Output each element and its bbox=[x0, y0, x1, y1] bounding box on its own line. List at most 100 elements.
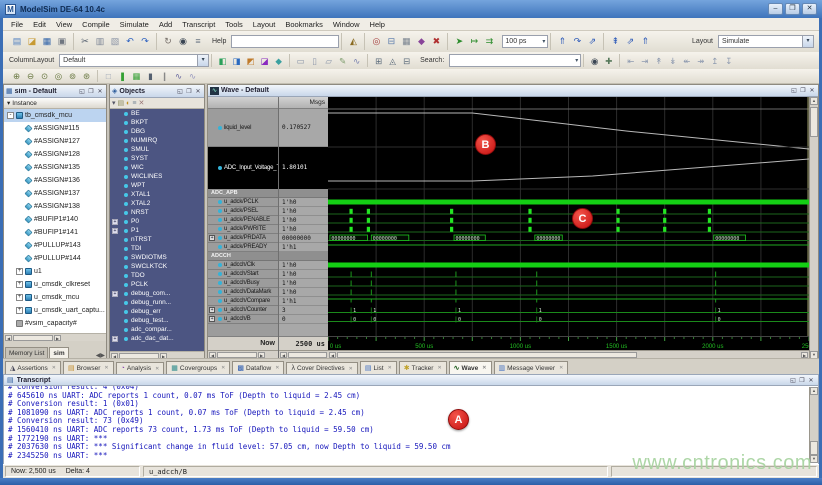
objects-item[interactable]: SMUL bbox=[110, 145, 204, 154]
rise-edge-icon[interactable]: ↥ bbox=[708, 55, 721, 67]
chevron-down-icon[interactable]: ▾ bbox=[197, 55, 208, 66]
run-icon[interactable]: ➤ bbox=[452, 35, 466, 48]
objects-item[interactable]: debug_err bbox=[110, 307, 204, 316]
sim-tree-item[interactable]: #ASSIGN#127 bbox=[4, 135, 106, 148]
zoom-in-icon[interactable]: ⊕ bbox=[10, 70, 23, 82]
print-icon[interactable]: ▣ bbox=[55, 35, 69, 48]
find-icon[interactable]: ◉ bbox=[176, 35, 190, 48]
close-icon[interactable]: ✕ bbox=[349, 366, 353, 372]
wave-signal-name[interactable]: u_adcch/DataMark bbox=[208, 288, 278, 297]
find-first-icon[interactable]: ⇤ bbox=[624, 55, 637, 67]
sim-tree-item[interactable]: #ASSIGN#128 bbox=[4, 148, 106, 161]
objects-item[interactable]: +debug_com... bbox=[110, 289, 204, 298]
transcript-header[interactable]: ▤ Transcript ◱❐✕ bbox=[3, 374, 819, 386]
wave-signal-name[interactable]: u_adcch/Busy bbox=[208, 279, 278, 288]
sim-tree-item[interactable]: +u_cmsdk_uart_captu... bbox=[4, 304, 106, 317]
dock-icon[interactable]: ◱ bbox=[790, 87, 798, 94]
menu-transcript[interactable]: Transcript bbox=[178, 20, 219, 29]
instance-column-header[interactable]: ▾ Instance bbox=[4, 98, 106, 109]
close-icon[interactable]: ✕ bbox=[52, 365, 56, 371]
sim-tree-item[interactable]: #ASSIGN#136 bbox=[4, 174, 106, 187]
close-icon[interactable]: ✕ bbox=[155, 366, 159, 372]
workspace-tab-browser[interactable]: ▤Browser✕ bbox=[63, 361, 114, 374]
workspace-tab-analysis[interactable]: ◔Analysis✕ bbox=[116, 362, 165, 374]
scroll-right-icon[interactable]: ▶ bbox=[54, 335, 61, 341]
help-search-input[interactable] bbox=[231, 35, 339, 48]
find-options-icon[interactable]: ≡ bbox=[191, 35, 205, 48]
chevron-down-icon[interactable]: ▾ bbox=[575, 57, 578, 64]
objects-item[interactable]: WPT bbox=[110, 181, 204, 190]
help-lamp-icon[interactable]: ◭ bbox=[346, 35, 360, 48]
objects-item[interactable]: SWCLKTCK bbox=[110, 262, 204, 271]
workspace-tab-tracker[interactable]: ✱Tracker✕ bbox=[399, 361, 447, 374]
workspace-tab-covergroups[interactable]: ▦Covergroups✕ bbox=[166, 361, 230, 374]
menu-edit[interactable]: Edit bbox=[29, 20, 50, 29]
workspace-tab-wave[interactable]: ∿Wave✕ bbox=[449, 361, 492, 374]
scroll-thumb[interactable] bbox=[810, 107, 818, 137]
fall-edge-icon[interactable]: ↧ bbox=[722, 55, 735, 67]
workspace-tab-assertions[interactable]: ◮Assertions✕ bbox=[5, 361, 61, 374]
radix-icon[interactable]: ◆ bbox=[272, 55, 285, 67]
search-input[interactable]: ▾ bbox=[449, 54, 581, 67]
wave-signal-name[interactable]: u_adck/PWRITE bbox=[208, 225, 278, 234]
wave-signal-name[interactable]: +u_adck/PRDATA bbox=[208, 234, 278, 243]
wave-signal-name[interactable]: u_adck/PENABLE bbox=[208, 216, 278, 225]
wave-panel-header[interactable]: ∿ Wave - Default ◱❐✕ bbox=[208, 85, 818, 97]
wave-paste-icon[interactable]: ∿ bbox=[186, 70, 199, 82]
wave-signal-name[interactable]: +u_adcch/B bbox=[208, 315, 278, 324]
float-icon[interactable]: ❐ bbox=[87, 88, 95, 95]
tree-expander-icon[interactable]: + bbox=[16, 294, 23, 301]
step-up-icon[interactable]: ⇞ bbox=[608, 35, 622, 48]
tree-expander-icon[interactable]: + bbox=[112, 336, 118, 342]
end-sim-icon[interactable]: ✖ bbox=[429, 35, 443, 48]
wave-edit-icon[interactable]: ∿ bbox=[350, 55, 363, 67]
scroll-left-icon[interactable]: ◀ bbox=[5, 335, 12, 341]
sim-tree-item[interactable]: #ASSIGN#115 bbox=[4, 122, 106, 135]
objects-item[interactable]: BE bbox=[110, 109, 204, 118]
close-icon[interactable]: ✕ bbox=[388, 365, 392, 371]
cursor-lock-icon[interactable]: ▦ bbox=[130, 70, 143, 82]
cut-icon[interactable]: ✂ bbox=[78, 35, 92, 48]
wave-group-divider[interactable]: ADCCH bbox=[208, 252, 278, 261]
menu-layout[interactable]: Layout bbox=[249, 20, 280, 29]
tree-expander-icon[interactable]: + bbox=[112, 291, 118, 297]
wave-signal-name[interactable]: u_adck/PREADY bbox=[208, 243, 278, 252]
zoom-out-icon[interactable]: ⊖ bbox=[24, 70, 37, 82]
sim-tree-item[interactable]: #PULLUP#144 bbox=[4, 252, 106, 265]
close-button[interactable]: ✕ bbox=[802, 3, 817, 15]
tree-expander-icon[interactable]: + bbox=[16, 268, 23, 275]
dock-icon[interactable]: ◱ bbox=[78, 88, 86, 95]
objects-item[interactable]: TDO bbox=[110, 271, 204, 280]
cursor-mode-icon[interactable]: ▭ bbox=[294, 55, 307, 67]
wave-vscrollbar[interactable]: ▲ ▼ bbox=[809, 97, 818, 359]
run-length-input[interactable]: 100 ps▾ bbox=[502, 35, 548, 48]
copy-icon[interactable]: ▥ bbox=[93, 35, 107, 48]
tree-expander-icon[interactable]: + bbox=[112, 219, 118, 225]
scroll-up-icon[interactable]: ▲ bbox=[810, 387, 818, 395]
stop-icon[interactable]: ⊟ bbox=[384, 35, 398, 48]
chevron-down-icon[interactable]: ▾ bbox=[542, 38, 545, 45]
dock-icon[interactable]: ◱ bbox=[176, 88, 184, 95]
tree-expander-icon[interactable]: + bbox=[209, 307, 215, 313]
expand-icon[interactable]: ⊞ bbox=[372, 55, 385, 67]
wave-signal-name[interactable]: u_adcch/Clk bbox=[208, 261, 278, 270]
objects-item[interactable]: XTAL1 bbox=[110, 190, 204, 199]
tree-expander-icon[interactable]: + bbox=[209, 316, 215, 322]
close-icon[interactable]: ✕ bbox=[96, 88, 104, 95]
restart-icon[interactable]: ◎ bbox=[369, 35, 383, 48]
scroll-up-icon[interactable]: ▲ bbox=[810, 97, 818, 105]
edit-mode-icon[interactable]: ✎ bbox=[336, 55, 349, 67]
zoom-full-icon[interactable]: ⊙ bbox=[38, 70, 51, 82]
sim-tree-item[interactable]: +u1 bbox=[4, 265, 106, 278]
close-icon[interactable]: ✕ bbox=[194, 88, 202, 95]
prev-transition-icon[interactable]: ↟ bbox=[652, 55, 665, 67]
columnlayout-select[interactable]: Default▾ bbox=[59, 54, 209, 67]
objects-panel-header[interactable]: ◈ Objects ◱❐✕ bbox=[110, 85, 204, 98]
objects-item[interactable]: XTAL2 bbox=[110, 199, 204, 208]
menu-compile[interactable]: Compile bbox=[78, 20, 114, 29]
run-all-icon[interactable]: ⇉ bbox=[482, 35, 496, 48]
break-icon[interactable]: ▦ bbox=[399, 35, 413, 48]
objects-item[interactable]: debug_runn... bbox=[110, 298, 204, 307]
close-icon[interactable]: ✕ bbox=[104, 365, 108, 371]
close-icon[interactable]: ✕ bbox=[807, 377, 815, 384]
